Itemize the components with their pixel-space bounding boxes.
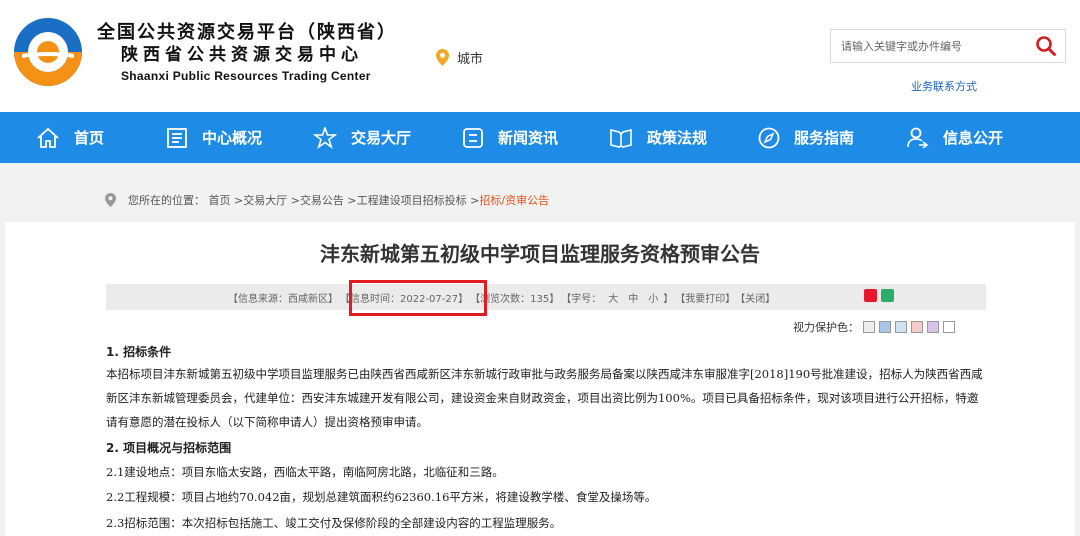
nav-label: 新闻资讯 [497,129,558,147]
font-size-end: 】 [663,293,674,305]
highlight-box [349,280,487,316]
city-selector[interactable]: 城市 [436,47,483,67]
breadcrumb-current[interactable]: 招标/资审公告 [479,192,549,208]
font-size-small[interactable]: 小 [648,290,658,305]
compass-icon [758,127,780,148]
close-link[interactable]: 【关闭】 [735,290,775,305]
font-size-medium[interactable]: 中 [628,290,638,305]
brand-name-en: Shaanxi Public Resources Trading Center [121,69,371,83]
wechat-icon[interactable] [881,289,894,302]
eye-protect-label: 视力保护色： [793,321,859,334]
nav-item-about[interactable]: 中心概况 [140,112,288,163]
breadcrumb-prefix: 您所在的位置： [128,194,205,207]
section-heading: 2. 项目概况与招标范围 [106,441,232,455]
eye-color-swatch[interactable] [943,321,955,333]
article-title: 沣东新城第五初级中学项目监理服务资格预审公告 [320,242,760,266]
nav-label: 中心概况 [201,129,262,147]
nav-item-home[interactable]: 首页 [0,112,140,163]
nav-label: 政策法规 [646,129,707,147]
home-icon [37,127,59,148]
breadcrumb: 您所在的位置： 首页 > 交易大厅 > 交易公告 > 工程建设项目招标投标 > … [105,190,549,210]
section-heading: 1. 招标条件 [106,345,172,359]
site-logo[interactable] [8,14,88,94]
site-header: 全国公共资源交易平台（陕西省） 陕西省公共资源交易中心 Shaanxi Publ… [0,0,1080,112]
info-source: 【信息来源：西咸新区】 [228,293,338,305]
nav-item-trading-hall[interactable]: 交易大厅 [288,112,436,163]
print-link[interactable]: 【我要打印】 [675,290,735,305]
city-label: 城市 [457,51,484,67]
nav-label: 服务指南 [793,129,854,147]
nav-label: 首页 [73,129,104,147]
font-size-large[interactable]: 大 [608,290,618,305]
nav-item-service-guide[interactable]: 服务指南 [732,112,880,163]
business-contact-link[interactable]: 业务联系方式 [911,78,977,94]
eye-color-swatch[interactable] [911,321,923,333]
nav-item-disclosure[interactable]: 信息公开 [880,112,1028,163]
section-list-item: 2.1建设地点：项目东临太安路，西临太平路，南临阿房北路，北临征和三路。 [106,465,504,479]
news-icon [463,127,483,148]
search-input[interactable] [841,36,1021,56]
eye-color-swatch[interactable] [863,321,875,333]
user-icon [907,127,929,149]
eye-color-swatch[interactable] [927,321,939,333]
eye-color-swatch[interactable] [895,321,907,333]
eye-color-swatch[interactable] [879,321,891,333]
book-icon [610,128,632,148]
section-list-item: 2.2工程规模：项目占地约70.042亩，规划总建筑面积约62360.16平方米… [106,490,657,504]
main-nav: 首页 中心概况 交易大厅 新闻资讯 政策法规 服务指南 信息公开 [0,112,1080,163]
share-buttons [864,289,894,302]
breadcrumb-announcements[interactable]: 交易公告 [300,192,344,208]
breadcrumb-engineering-bidding[interactable]: 工程建设项目招标投标 [357,192,467,208]
nav-item-news[interactable]: 新闻资讯 [436,112,584,163]
location-pin-icon [436,48,449,66]
brand-center-cn: 陕西省公共资源交易中心 [121,45,363,65]
star-icon [312,126,337,149]
search-icon[interactable] [1035,35,1057,57]
location-pin-icon [105,193,116,207]
section-list-item: 2.3招标范围：本次招标包括施工、竣工交付及保修阶段的全部建设内容的工程监理服务… [106,516,562,530]
brand-name-cn: 全国公共资源交易平台（陕西省） [97,22,397,43]
nav-item-policies[interactable]: 政策法规 [584,112,732,163]
section-paragraph: 本招标项目沣东新城第五初级中学项目监理服务已由陕西省西咸新区沣东新城行政审批与政… [106,367,983,429]
search-box [830,29,1066,63]
eye-protect-bar: 视力保护色： [793,319,955,335]
article-meta-bar: 【信息来源：西咸新区】 【信息时间：2022-07-27】 【浏览次数：135】… [106,284,986,310]
breadcrumb-trading-hall[interactable]: 交易大厅 [243,192,287,208]
font-size-label: 【字号： [561,293,602,305]
nav-label: 信息公开 [942,129,1003,147]
nav-label: 交易大厅 [350,129,411,147]
weibo-icon[interactable] [864,289,877,302]
brand-block: 全国公共资源交易平台（陕西省） 陕西省公共资源交易中心 Shaanxi Publ… [97,22,397,86]
document-icon [167,127,187,148]
breadcrumb-home[interactable]: 首页 [209,192,231,208]
